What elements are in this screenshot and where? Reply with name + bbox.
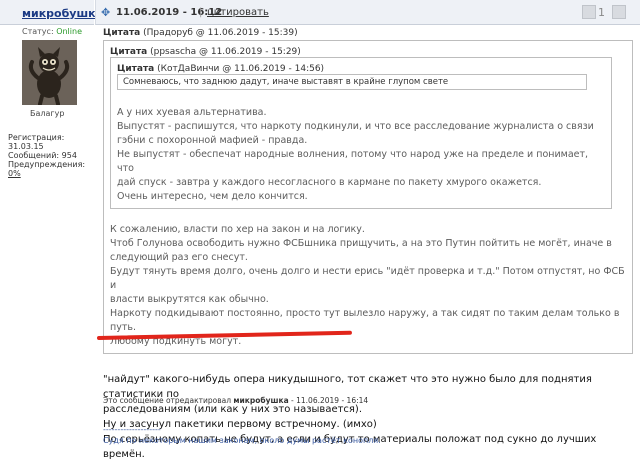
middle-quote: Цитата (КотДаВинчи @ 11.06.2019 - 14:56)…	[110, 57, 612, 209]
user-stats: Регистрация: 31.03.15 Сообщений: 954 Пре…	[8, 133, 94, 178]
edited-note: Это сообщение отредактировал микробушка …	[103, 396, 369, 405]
vote-count: 1	[598, 6, 605, 19]
stat-warnings: Предупреждения: 0%	[8, 160, 86, 178]
vote-up-icon[interactable]	[612, 5, 626, 19]
warnings-link[interactable]: 0%	[8, 169, 21, 178]
user-rank: Балагур	[30, 109, 65, 118]
author-header: микробушка	[0, 0, 103, 25]
stat-messages: Сообщений: 954	[8, 151, 77, 160]
middle-quote-text: А у них хуевая альтернатива. Выпустят - …	[117, 107, 594, 202]
cat-avatar-icon	[22, 40, 77, 105]
post-body: "найдут" какого-нибудь опера никудышного…	[103, 374, 597, 460]
outer-quote: Цитата (ppsascha @ 11.06.2019 - 15:29) Ц…	[103, 40, 633, 354]
status-line: Статус: Online	[22, 27, 82, 36]
stat-registration: Регистрация: 31.03.15	[8, 133, 65, 151]
signature: Судя по некоторым нашим законам, около д…	[103, 436, 381, 445]
author-name-link[interactable]: микробушка	[22, 7, 103, 20]
outer-quote-header: Цитата (Прадоруб @ 11.06.2019 - 15:39)	[103, 28, 298, 38]
post-anchor-icon[interactable]: ✥	[101, 6, 110, 19]
inner-quote: Сомневаюсь, что заднюю дадут, иначе выст…	[117, 74, 587, 90]
header-separator: |	[199, 7, 203, 18]
status-online: Online	[56, 27, 82, 36]
avatar[interactable]	[22, 40, 77, 105]
inner-quote-header: Цитата (КотДаВинчи @ 11.06.2019 - 14:56)	[117, 64, 325, 74]
outer-quote-text: К сожалению, власти по хер на закон и на…	[110, 224, 625, 347]
middle-quote-header: Цитата (ppsascha @ 11.06.2019 - 15:29)	[110, 47, 301, 57]
signature-divider: --------------------	[103, 425, 161, 434]
quote-button[interactable]: цитировать	[207, 7, 269, 18]
vote-down-icon[interactable]	[582, 5, 596, 19]
post-header: ✥ 11.06.2019 - 16:12 | цитировать 1	[95, 0, 640, 25]
